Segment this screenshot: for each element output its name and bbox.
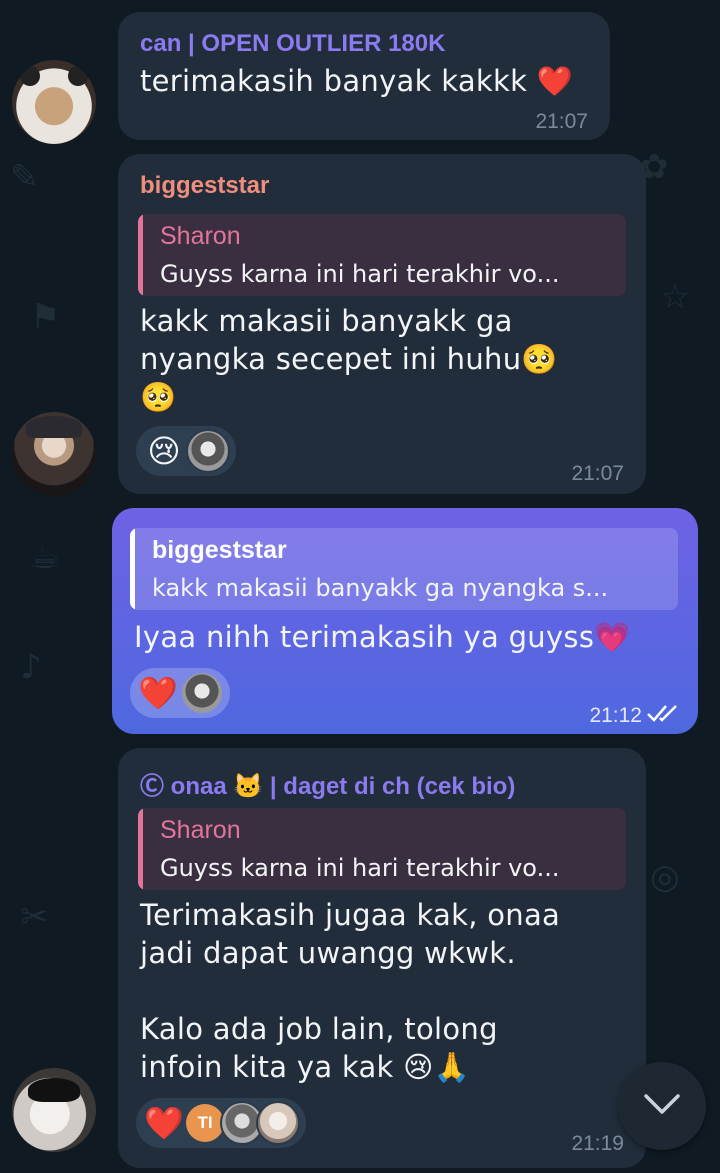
reaction-emoji[interactable]: ❤️ — [136, 668, 180, 718]
chevron-down-icon — [642, 1092, 682, 1120]
message-bubble[interactable]: biggeststar Sharon Guyss karna ini hari … — [118, 154, 646, 494]
reply-sender: Sharon — [160, 222, 241, 250]
reply-sender: Sharon — [160, 816, 241, 844]
reactions-bar[interactable]: 😢 — [136, 426, 236, 476]
message-text: Terimakasih jugaa kak, onaa jadi dapat u… — [140, 898, 561, 1084]
reply-text: Guyss karna ini hari terakhir vo... — [160, 854, 560, 882]
sender-name[interactable]: biggeststar — [140, 172, 269, 200]
reactions-bar[interactable]: ❤️ — [130, 668, 230, 718]
message-text: Iyaa nihh terimakasih ya guyss💗 — [134, 620, 631, 654]
message-text: terimakasih banyak kakkk ❤️ — [140, 64, 574, 98]
message-bubble[interactable]: can | OPEN OUTLIER 180K terimakasih bany… — [118, 12, 610, 140]
reply-quote[interactable]: biggeststar kakk makasii banyakk ga nyan… — [130, 528, 678, 610]
avatar-can[interactable] — [12, 60, 96, 144]
avatar-biggeststar[interactable] — [12, 412, 96, 496]
reactor-avatar[interactable] — [186, 429, 230, 473]
double-check-icon — [646, 702, 682, 728]
outgoing-message-bubble[interactable]: biggeststar kakk makasii banyakk ga nyan… — [112, 508, 698, 734]
reply-quote[interactable]: Sharon Guyss karna ini hari terakhir vo.… — [138, 214, 626, 296]
message-bubble[interactable]: Ⓒ onaa 🐱 | daget di ch (cek bio) Sharon … — [118, 748, 646, 1168]
message-time: 21:19 — [571, 1132, 624, 1155]
reply-bar — [138, 808, 143, 890]
reactor-avatar[interactable] — [180, 671, 224, 715]
sender-name[interactable]: can | OPEN OUTLIER 180K — [140, 30, 445, 58]
reactions-bar[interactable]: ❤️ TI — [136, 1098, 306, 1148]
avatar-onaa[interactable] — [12, 1068, 96, 1152]
reply-text: kakk makasii banyakk ga nyangka s... — [152, 574, 609, 602]
reply-quote[interactable]: Sharon Guyss karna ini hari terakhir vo.… — [138, 808, 626, 890]
message-text: kakk makasii banyakk ga nyangka secepet … — [140, 304, 558, 414]
message-time: 21:07 — [571, 462, 624, 485]
reactor-avatar[interactable] — [256, 1101, 300, 1145]
sender-name[interactable]: Ⓒ onaa 🐱 | daget di ch (cek bio) — [140, 766, 515, 801]
reply-bar — [138, 214, 143, 296]
reaction-emoji[interactable]: ❤️ — [142, 1098, 186, 1148]
scroll-to-bottom-button[interactable] — [618, 1062, 706, 1150]
message-time: 21:07 — [535, 110, 588, 133]
message-time: 21:12 — [589, 704, 642, 727]
reaction-emoji[interactable]: 😢 — [142, 426, 186, 476]
reply-sender: biggeststar — [152, 536, 287, 564]
reactor-avatar-initials[interactable]: TI — [186, 1104, 224, 1142]
reply-text: Guyss karna ini hari terakhir vo... — [160, 260, 560, 288]
reply-bar — [130, 528, 135, 610]
